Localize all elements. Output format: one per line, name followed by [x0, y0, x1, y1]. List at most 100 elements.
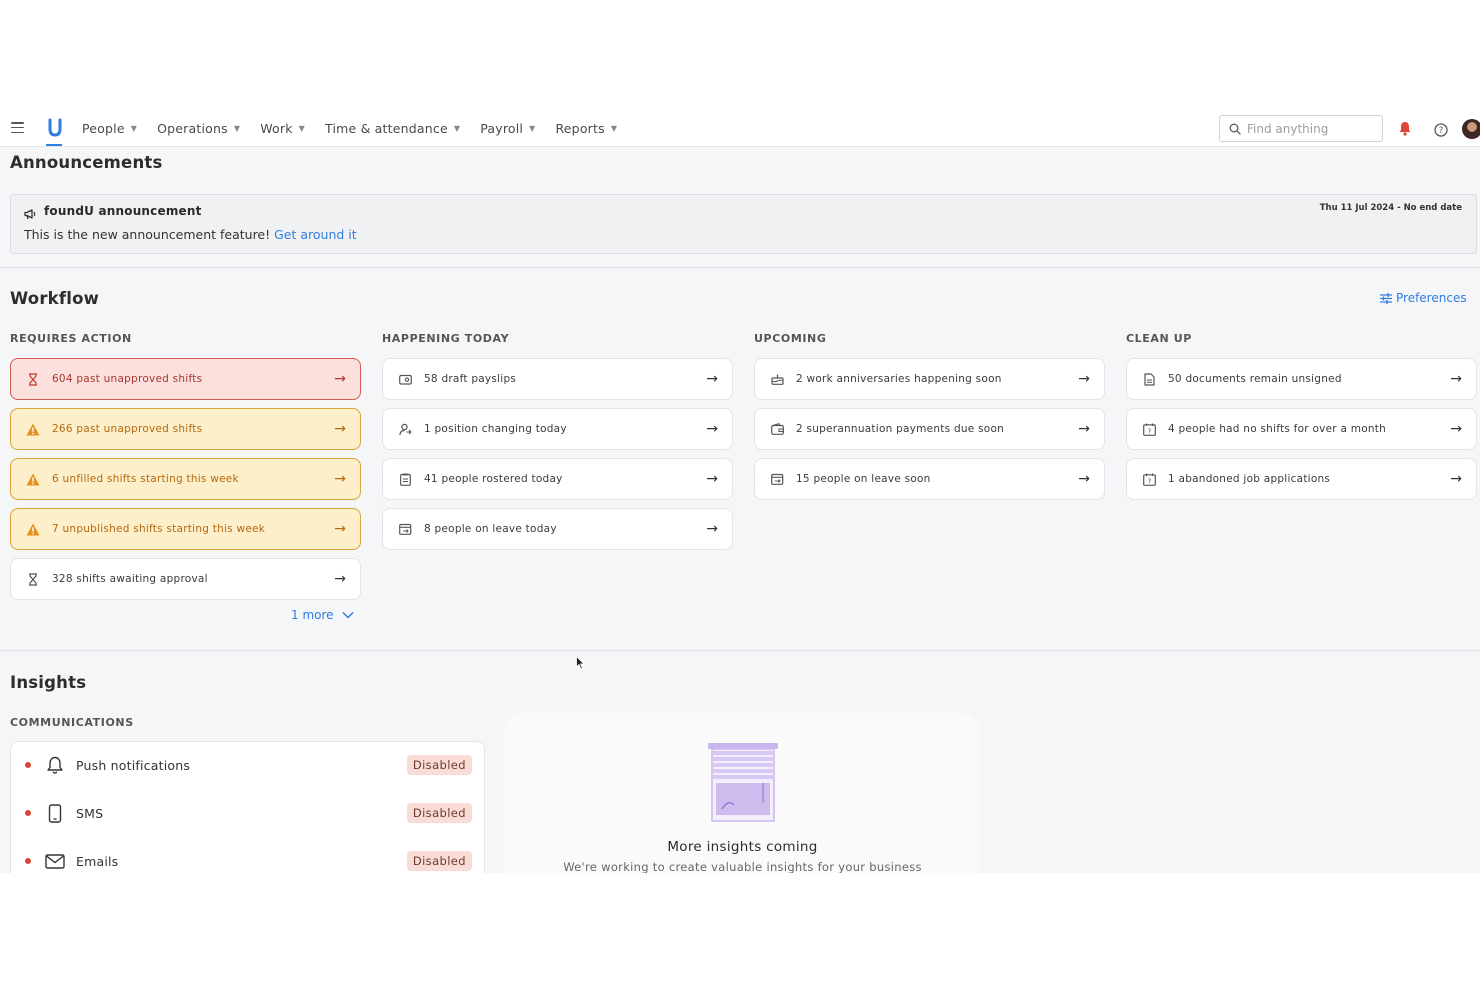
workflow-card[interactable]: ? 1 abandoned job applications → [1126, 458, 1477, 500]
status-dot [25, 858, 31, 864]
arrow-right-icon: → [334, 521, 346, 537]
column-heading-upcoming: UPCOMING [754, 332, 827, 345]
workflow-card-label: 604 past unapproved shifts [52, 373, 203, 385]
app-frame: People ▼ Operations ▼ Work ▼ Time & attenda… [0, 110, 1480, 873]
nav-reports[interactable]: Reports ▼ [555, 121, 617, 136]
chevron-down-icon: ▼ [610, 124, 618, 133]
column-heading-clean-up: CLEAN UP [1126, 332, 1192, 345]
user-avatar[interactable] [1462, 119, 1480, 139]
search-box[interactable] [1219, 115, 1383, 142]
svg-text:?: ? [1439, 126, 1444, 136]
sliders-icon [1380, 292, 1392, 304]
workflow-card-label: 1 position changing today [424, 423, 567, 435]
arrow-right-icon: → [706, 421, 718, 437]
bell-icon [44, 754, 66, 776]
search-input[interactable] [1247, 121, 1377, 136]
arrow-right-icon: → [334, 471, 346, 487]
insights-coming-title: More insights coming [667, 839, 818, 855]
chevron-down-icon: ▼ [233, 124, 241, 133]
nav-time-attendance[interactable]: Time & attendance ▼ [325, 121, 460, 136]
roster-icon [398, 472, 412, 486]
workflow-card[interactable]: 41 people rostered today → [382, 458, 733, 500]
workflow-card-label: 7 unpublished shifts starting this week [52, 523, 266, 535]
workflow-card[interactable]: 6 unfilled shifts starting this week → [10, 458, 361, 500]
nav-operations-label: Operations [157, 121, 228, 136]
workflow-card[interactable]: 7 unpublished shifts starting this week … [10, 508, 361, 550]
insights-coming-card: More insights coming We're working to cr… [505, 713, 980, 873]
logo-active-underline [46, 144, 62, 146]
column-heading-happening-today: HAPPENING TODAY [382, 332, 510, 345]
preferences-label: Preferences [1396, 291, 1467, 305]
warning-icon [26, 472, 40, 486]
workflow-card[interactable]: 8 people on leave today → [382, 508, 733, 550]
workflow-card-label: 6 unfilled shifts starting this week [52, 473, 239, 485]
workflow-card-label: 266 past unapproved shifts [52, 423, 203, 435]
communication-row-push[interactable]: Push notifications Disabled [11, 750, 486, 780]
wallet-icon [770, 422, 784, 436]
announcement-date: Thu 11 Jul 2024 - No end date [1319, 203, 1462, 213]
workflow-title: Workflow [10, 289, 100, 308]
megaphone-icon [24, 205, 37, 224]
app-logo[interactable] [44, 116, 66, 146]
svg-text:?: ? [1147, 427, 1151, 435]
nav-operations[interactable]: Operations ▼ [157, 121, 240, 136]
nav-people[interactable]: People ▼ [82, 121, 137, 136]
chevron-down-icon: ▼ [130, 124, 138, 133]
leave-icon [398, 522, 412, 536]
communication-label: Emails [76, 853, 119, 869]
communication-row-sms[interactable]: SMS Disabled [11, 798, 486, 828]
mouse-cursor-icon [576, 655, 585, 674]
preferences-button[interactable]: Preferences [1380, 291, 1467, 305]
warning-icon [26, 522, 40, 536]
announcements-title: Announcements [10, 153, 163, 172]
hourglass-icon [26, 372, 40, 386]
top-navigation: People ▼ Operations ▼ Work ▼ Time & attenda… [0, 110, 1480, 147]
workflow-card[interactable]: 1 position changing today → [382, 408, 733, 450]
arrow-right-icon: → [706, 371, 718, 387]
announcement-card: foundU announcement This is the new anno… [10, 194, 1477, 254]
nav-work[interactable]: Work ▼ [260, 121, 305, 136]
announcement-link[interactable]: Get around it [274, 227, 357, 242]
warning-icon [26, 422, 40, 436]
menu-icon[interactable] [11, 122, 24, 133]
status-dot [25, 810, 31, 816]
communication-row-email[interactable]: Emails Disabled [11, 846, 486, 873]
workflow-card[interactable]: 50 documents remain unsigned → [1126, 358, 1477, 400]
calendar-question-icon: ? [1142, 422, 1156, 436]
arrow-right-icon: → [706, 471, 718, 487]
workflow-card[interactable]: 604 past unapproved shifts → [10, 358, 361, 400]
nav-reports-label: Reports [555, 121, 605, 136]
show-more-button[interactable]: 1 more [291, 608, 354, 622]
status-badge: Disabled [406, 851, 472, 871]
show-more-label: 1 more [291, 608, 334, 622]
workflow-card[interactable]: 58 draft payslips → [382, 358, 733, 400]
arrow-right-icon: → [334, 421, 346, 437]
logo-u-icon [48, 118, 62, 137]
workflow-card-label: 4 people had no shifts for over a month [1168, 423, 1387, 435]
announcement-heading: foundU announcement [44, 204, 202, 218]
help-icon[interactable]: ? [1434, 122, 1448, 141]
insights-title: Insights [10, 673, 87, 692]
nav-time-attendance-label: Time & attendance [325, 121, 448, 136]
nav-work-label: Work [260, 121, 293, 136]
announcement-body: This is the new announcement feature! Ge… [24, 227, 357, 242]
payslip-icon [398, 372, 412, 386]
nav-payroll[interactable]: Payroll ▼ [480, 121, 535, 136]
notification-bell-icon[interactable] [1398, 121, 1412, 140]
phone-icon [44, 802, 66, 824]
search-icon [1229, 123, 1241, 135]
column-heading-requires-action: REQUIRES ACTION [10, 332, 132, 345]
svg-text:?: ? [1147, 477, 1151, 485]
status-badge: Disabled [406, 803, 472, 823]
workflow-card[interactable]: ? 4 people had no shifts for over a mont… [1126, 408, 1477, 450]
workflow-card[interactable]: 328 shifts awaiting approval → [10, 558, 361, 600]
chevron-down-icon: ▼ [453, 124, 461, 133]
arrow-right-icon: → [1450, 471, 1462, 487]
workflow-card-label: 15 people on leave soon [796, 473, 931, 485]
arrow-right-icon: → [334, 571, 346, 587]
cake-icon [770, 372, 784, 386]
workflow-card[interactable]: 266 past unapproved shifts → [10, 408, 361, 450]
workflow-card[interactable]: 15 people on leave soon → [754, 458, 1105, 500]
workflow-card[interactable]: 2 work anniversaries happening soon → [754, 358, 1105, 400]
workflow-card[interactable]: 2 superannuation payments due soon → [754, 408, 1105, 450]
